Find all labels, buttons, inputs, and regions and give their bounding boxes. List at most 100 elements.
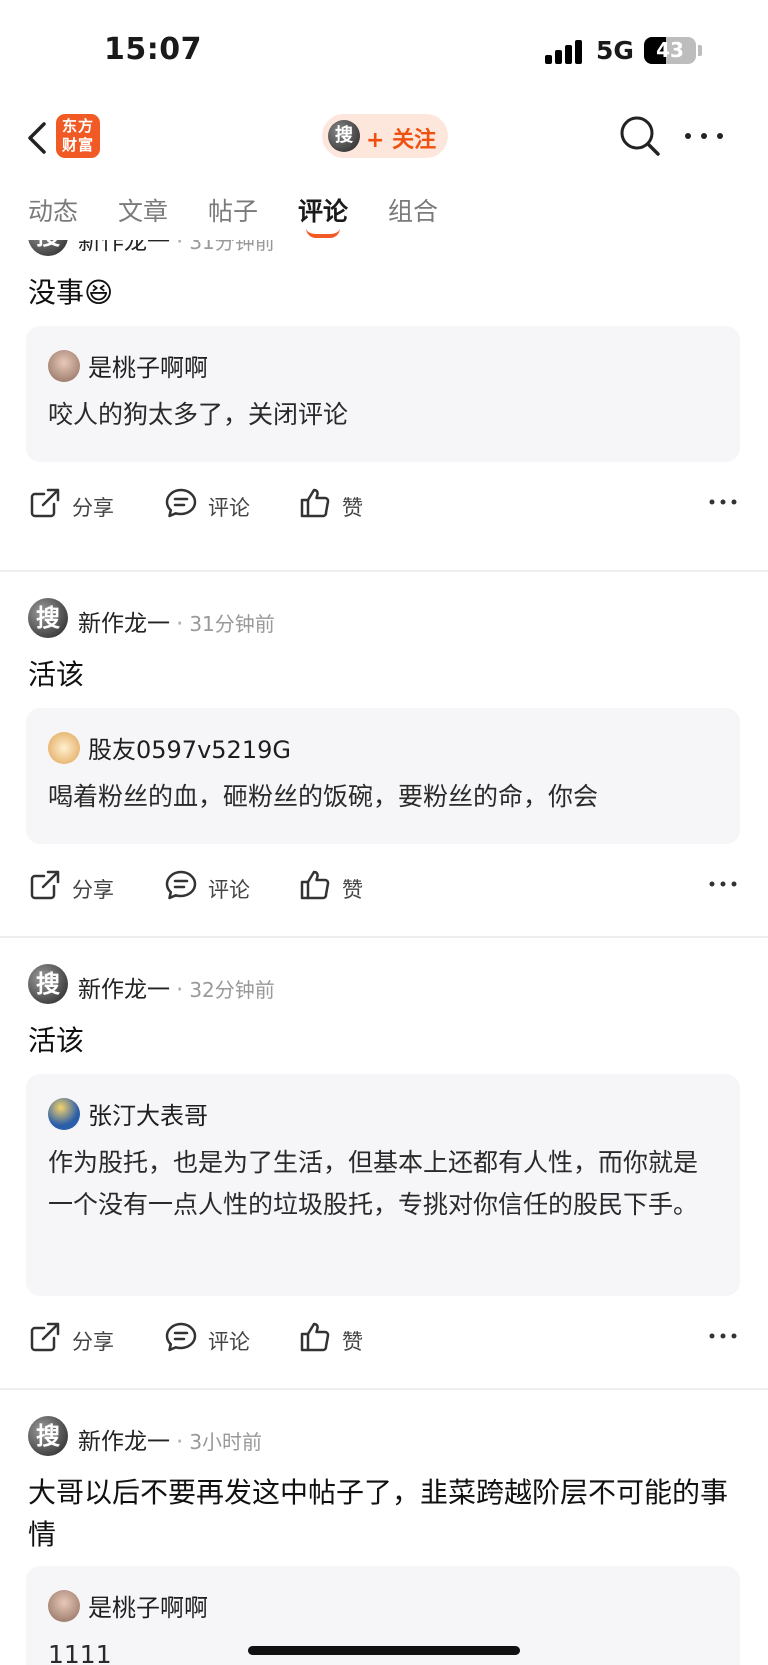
quoted-comment[interactable]: 张汀大表哥 作为股托，也是为了生活，但基本上还都有人性，而你就是一个没有一点人性…: [26, 1074, 740, 1296]
quoted-user-name: 是桃子啊啊: [88, 1594, 208, 1622]
author-line: 新作龙一 · 31分钟前: [78, 240, 275, 256]
comment-more-button[interactable]: [706, 492, 740, 512]
share-icon: [30, 488, 60, 518]
comment-button[interactable]: 评论: [164, 1318, 254, 1358]
thumbs-up-icon: [300, 488, 330, 518]
share-label: 分享: [72, 878, 114, 902]
battery-level: 43: [656, 38, 684, 62]
comment-icon: [165, 488, 197, 518]
share-label: 分享: [72, 496, 114, 520]
nav-bar: 东方 财富 搜 + 关注: [0, 104, 768, 168]
avatar: [48, 1098, 80, 1130]
avatar: [48, 1590, 80, 1622]
action-bar: 分享 评论 赞: [28, 866, 740, 906]
quoted-user-name: 是桃子啊啊: [88, 354, 208, 382]
comment-card: 搜 新作龙一 · 3小时前 大哥以后不要再发这中帖子了，韭菜跨越阶层不可能的事情 是…: [0, 1390, 768, 1665]
author-name: 新作龙一: [78, 611, 170, 637]
comment-text: 没事😆: [28, 276, 114, 309]
separator-dot: ·: [176, 611, 184, 637]
more-dots-icon: [709, 499, 737, 505]
comment-icon: [165, 870, 197, 900]
quoted-user-name: 股友0597v5219G: [88, 736, 291, 764]
network-label: 5G: [596, 36, 634, 65]
separator-dot: ·: [176, 1429, 184, 1455]
comment-label: 评论: [208, 1330, 250, 1354]
comment-text: 大哥以后不要再发这中帖子了，韭菜跨越阶层不可能的事情: [28, 1476, 729, 1551]
tab-articles[interactable]: 文章: [118, 192, 168, 228]
comment-card: 搜 新作龙一 · 32分钟前 活该 张汀大表哥 作为股托，也是为了生活，但基本上还都…: [0, 938, 768, 1390]
avatar: 搜: [28, 964, 68, 1004]
share-button[interactable]: 分享: [28, 866, 118, 906]
avatar: 搜: [28, 1416, 68, 1456]
avatar: [48, 732, 80, 764]
thumbs-up-icon: [300, 870, 330, 900]
comment-text: 活该: [28, 658, 85, 691]
avatar: 搜: [28, 240, 68, 256]
more-dots-icon: [709, 1333, 737, 1339]
separator-dot: ·: [176, 240, 184, 255]
status-bar: 15:07 5G 43: [0, 0, 768, 104]
comment-card: 搜 新作龙一 · 31分钟前 没事😆 是桃子啊啊 咬人的狗太多了，关闭评论 分享 评…: [0, 240, 768, 572]
app-logo-text: 东方 财富: [61, 117, 94, 154]
quoted-comment[interactable]: 股友0597v5219G 喝着粉丝的血，砸粉丝的饭碗，要粉丝的命，你会: [26, 708, 740, 844]
action-bar: 分享 评论 赞: [28, 1318, 740, 1358]
action-bar: 分享 评论 赞: [28, 484, 740, 524]
profile-tabs: 动态 文章 帖子 评论 组合: [0, 168, 768, 240]
follow-button[interactable]: 搜 + 关注: [322, 114, 448, 158]
quoted-text: 喝着粉丝的血，砸粉丝的饭碗，要粉丝的命，你会: [48, 782, 599, 811]
tab-comments[interactable]: 评论: [298, 192, 348, 228]
comment-icon: [165, 1322, 197, 1352]
more-button[interactable]: [680, 126, 728, 146]
search-button[interactable]: [618, 114, 662, 158]
author-name: 新作龙一: [78, 977, 170, 1003]
tab-posts[interactable]: 帖子: [208, 192, 258, 228]
comment-feed: 搜 新作龙一·31分钟前 没事😆 是桃子啊啊 咬人的狗太多了，关闭评论 分享 评…: [0, 240, 768, 1665]
comment-more-button[interactable]: [706, 874, 740, 894]
more-dots-icon: [685, 133, 723, 139]
avatar: 搜: [28, 598, 68, 638]
comment-button[interactable]: 评论: [164, 866, 254, 906]
comment-label: 评论: [208, 878, 250, 902]
app-logo: 东方 财富: [56, 114, 100, 158]
post-time: 31分钟前: [189, 240, 275, 254]
back-button[interactable]: [22, 118, 52, 158]
tab-portfolio[interactable]: 组合: [388, 192, 438, 228]
follow-avatar: 搜: [328, 120, 360, 152]
quoted-comment[interactable]: 是桃子啊啊 咬人的狗太多了，关闭评论: [26, 326, 740, 462]
status-time: 15:07: [104, 32, 202, 67]
quoted-text: 咬人的狗太多了，关闭评论: [48, 400, 349, 429]
like-button[interactable]: 赞: [298, 866, 368, 906]
avatar: [48, 350, 80, 382]
like-label: 赞: [342, 878, 363, 902]
comment-button[interactable]: 评论: [164, 484, 254, 524]
share-button[interactable]: 分享: [28, 484, 118, 524]
share-button[interactable]: 分享: [28, 1318, 118, 1358]
author-line: 新作龙一 · 3小时前: [78, 1422, 262, 1456]
more-dots-icon: [709, 881, 737, 887]
comment-card: 搜 新作龙一 · 31分钟前 活该 股友0597v5219G 喝着粉丝的血，砸粉丝的…: [0, 572, 768, 938]
thumbs-up-icon: [300, 1322, 330, 1352]
battery-tip: [698, 45, 702, 56]
separator-dot: ·: [176, 977, 184, 1003]
comment-label: 评论: [208, 496, 250, 520]
author-name: 新作龙一: [78, 1429, 170, 1455]
author-line: 新作龙一 · 32分钟前: [78, 970, 275, 1004]
battery-icon: 43: [644, 37, 696, 64]
share-icon: [30, 870, 60, 900]
like-button[interactable]: 赞: [298, 1318, 368, 1358]
post-time: 3小时前: [189, 1430, 263, 1454]
quoted-user-name: 张汀大表哥: [88, 1102, 208, 1130]
post-time: 31分钟前: [189, 612, 275, 636]
comment-more-button[interactable]: [706, 1326, 740, 1346]
share-icon: [30, 1322, 60, 1352]
follow-label: + 关注: [366, 128, 437, 153]
tab-dynamic[interactable]: 动态: [28, 192, 78, 228]
author-name: 新作龙一: [78, 240, 170, 255]
like-button[interactable]: 赞: [298, 484, 368, 524]
like-label: 赞: [342, 496, 363, 520]
search-icon: [620, 116, 660, 156]
active-tab-indicator: [306, 228, 340, 238]
signal-icon: [545, 40, 585, 64]
post-time: 32分钟前: [189, 978, 275, 1002]
comment-text: 活该: [28, 1024, 85, 1057]
